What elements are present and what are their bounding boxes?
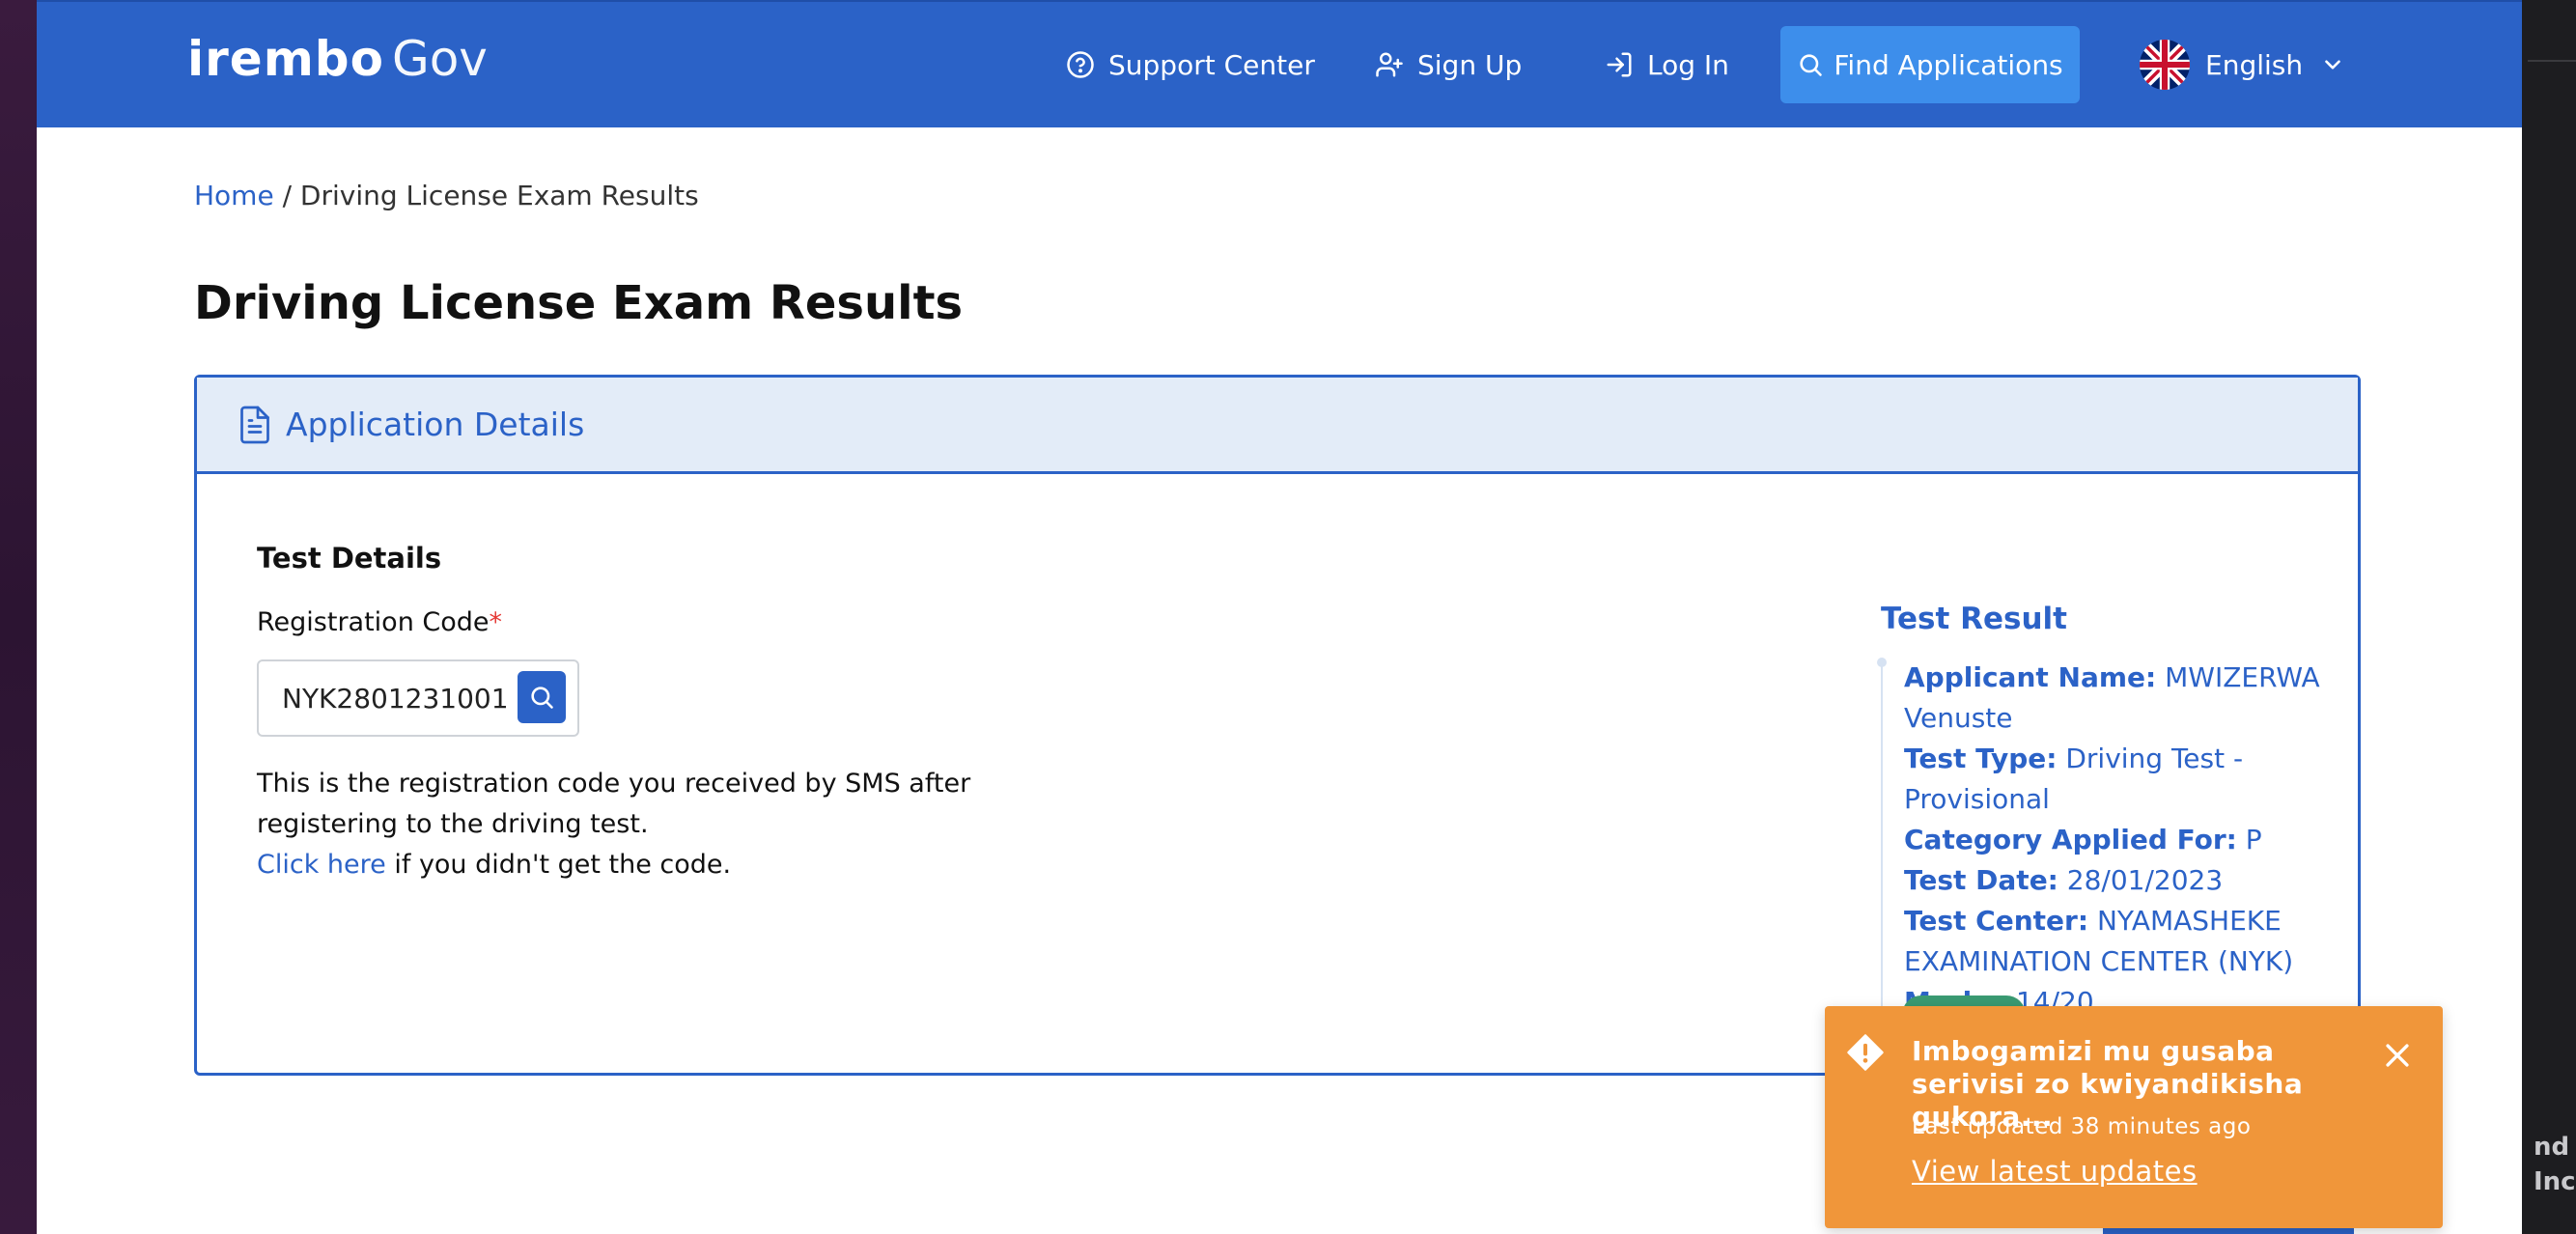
chevron-down-icon <box>2325 60 2340 70</box>
test-result-list: Applicant Name: MWIZERWA Venuste Test Ty… <box>1877 658 2364 1030</box>
application-details-card: Application Details Test Details Registr… <box>194 375 2361 1076</box>
service-alert-toast: Imbogamizi mu gusaba serivisi zo kwiyand… <box>1825 1006 2443 1228</box>
registration-code-label: Registration Code* <box>257 607 502 637</box>
help-text-main: This is the registration code you receiv… <box>257 769 971 839</box>
result-key: Category Applied For: <box>1904 824 2237 855</box>
desktop-background-left <box>0 0 37 1234</box>
top-navbar: irembo Gov Support Center Sign Up Log In … <box>37 0 2522 127</box>
nav-signup-label: Sign Up <box>1417 48 1523 81</box>
result-key: Test Date: <box>1904 864 2058 896</box>
card-header-title: Application Details <box>286 406 585 443</box>
page-title: Driving License Exam Results <box>194 276 964 330</box>
nav-log-in[interactable]: Log In <box>1605 41 1729 89</box>
result-value: P <box>2245 824 2262 855</box>
breadcrumb-current: Driving License Exam Results <box>299 180 699 211</box>
breadcrumb-home-link[interactable]: Home <box>194 180 274 211</box>
background-window-text: nd t Inci <box>2534 1130 2576 1199</box>
search-icon <box>1800 54 1823 76</box>
document-icon <box>240 406 269 443</box>
result-key: Test Type: <box>1904 743 2058 774</box>
result-test-date: Test Date: 28/01/2023 <box>1904 860 2364 901</box>
result-category: Category Applied For: P <box>1904 820 2364 860</box>
nav-login-label: Log In <box>1647 48 1729 81</box>
logo-sub-text: Gov <box>391 31 488 87</box>
uk-flag-icon <box>2140 40 2190 90</box>
language-selector[interactable]: English <box>2140 39 2345 91</box>
nav-support-center[interactable]: Support Center <box>1066 41 1315 89</box>
result-test-type: Test Type: Driving Test - Provisional <box>1904 739 2364 820</box>
test-result-heading: Test Result <box>1881 602 2067 636</box>
timeline-dot <box>1877 658 1887 667</box>
result-applicant-name: Applicant Name: MWIZERWA Venuste <box>1904 658 2364 739</box>
logo-main-text: irembo <box>187 31 384 87</box>
result-value: 28/01/2023 <box>2066 864 2224 896</box>
registration-code-input[interactable] <box>282 679 510 717</box>
background-text-line-1: nd t <box>2534 1133 2576 1162</box>
breadcrumb-separator: / <box>273 180 300 211</box>
language-label: English <box>2205 48 2304 81</box>
registration-code-field <box>257 659 579 737</box>
find-applications-label: Find Applications <box>1834 48 2063 81</box>
result-test-center: Test Center: NYAMASHEKE EXAMINATION CENT… <box>1904 901 2364 982</box>
log-in-icon <box>1607 52 1632 77</box>
help-text-tail: if you didn't get the code. <box>385 850 732 880</box>
background-window-right: nd t Inci <box>2522 0 2576 1234</box>
card-header: Application Details <box>197 378 2358 474</box>
breadcrumb: Home / Driving License Exam Results <box>194 180 699 211</box>
registration-help-text: This is the registration code you receiv… <box>257 764 971 885</box>
timeline-line <box>1881 663 1883 1030</box>
background-text-line-2: Inci <box>2534 1167 2576 1196</box>
result-key: Applicant Name: <box>1904 661 2157 693</box>
browser-page: irembo Gov Support Center Sign Up Log In … <box>37 0 2522 1234</box>
required-asterisk: * <box>489 607 503 637</box>
toast-updated-time: Last updated 38 minutes ago <box>1912 1114 2252 1139</box>
click-here-link[interactable]: Click here <box>257 850 386 880</box>
test-details-heading: Test Details <box>257 542 442 575</box>
user-plus-icon <box>1376 52 1403 77</box>
nav-sign-up[interactable]: Sign Up <box>1375 41 1522 89</box>
registration-code-label-text: Registration Code <box>257 607 490 637</box>
result-key: Test Center: <box>1904 905 2089 937</box>
registration-search-button[interactable] <box>518 671 566 723</box>
search-icon <box>531 687 553 709</box>
background-divider <box>2528 60 2576 62</box>
find-applications-button[interactable]: Find Applications <box>1780 26 2080 103</box>
help-circle-icon <box>1067 51 1094 78</box>
view-latest-updates-link[interactable]: View latest updates <box>1912 1155 2198 1188</box>
close-icon[interactable] <box>2381 1039 2414 1072</box>
irembo-gov-logo[interactable]: irembo Gov <box>187 31 488 87</box>
warning-icon <box>1847 1034 1884 1071</box>
nav-support-label: Support Center <box>1108 48 1315 81</box>
